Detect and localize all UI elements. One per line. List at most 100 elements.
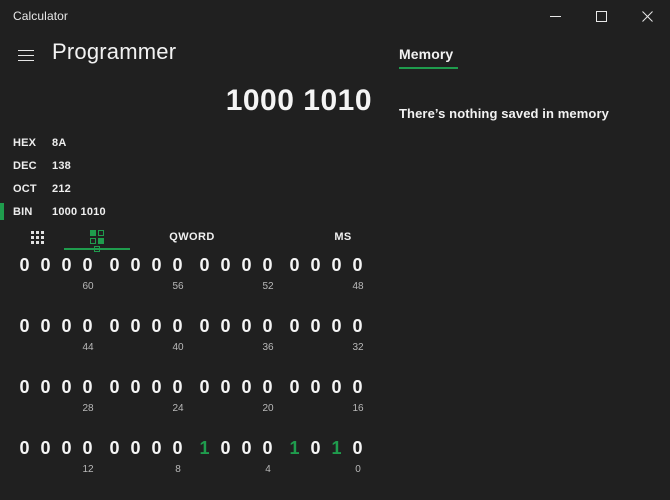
bit-cell[interactable]: 0: [236, 313, 257, 339]
radix-row-bin[interactable]: BIN 1000 1010: [0, 200, 384, 223]
bit-cell[interactable]: 0: [194, 252, 215, 278]
tab-memory[interactable]: Memory: [399, 46, 458, 69]
bit-nibble: 0 0 0 0 32: [284, 313, 374, 354]
display-value[interactable]: 1000 1010: [226, 84, 372, 118]
calculator-window: Calculator Programmer Memory 1000 1010 H…: [0, 0, 670, 500]
radix-value: 8A: [52, 136, 67, 149]
bit-cell[interactable]: 0: [14, 313, 35, 339]
bit-cell[interactable]: 0: [347, 313, 368, 339]
maximize-button[interactable]: [578, 0, 624, 32]
bit-cell[interactable]: 0: [257, 374, 278, 400]
bit-cell[interactable]: 0: [56, 252, 77, 278]
bit-cell[interactable]: 0: [215, 435, 236, 461]
bit-cell[interactable]: 0: [146, 252, 167, 278]
bit-cell[interactable]: 0: [215, 252, 236, 278]
bit-cell[interactable]: 0: [236, 435, 257, 461]
bit-grid: 0 0 0 0 60 0 0 0 0 56 0 0 0 0 52 0 0 0 0…: [0, 252, 384, 496]
bit-cell[interactable]: 0: [14, 252, 35, 278]
bit-cell[interactable]: 0: [35, 374, 56, 400]
navigation-menu-button[interactable]: [8, 38, 44, 72]
bit-cell[interactable]: 0: [104, 435, 125, 461]
word-size-button[interactable]: QWORD: [152, 224, 232, 250]
bit-cell[interactable]: 1: [326, 435, 347, 461]
bit-cell[interactable]: 0: [257, 252, 278, 278]
memory-store-button[interactable]: MS: [312, 224, 374, 250]
bit-cell[interactable]: 0: [104, 374, 125, 400]
bit-cell[interactable]: 0: [35, 252, 56, 278]
bit-cell[interactable]: 0: [305, 313, 326, 339]
bit-cell[interactable]: 0: [104, 252, 125, 278]
bit-index-label: 12: [82, 464, 94, 475]
bit-cell[interactable]: 0: [56, 313, 77, 339]
bit-cell[interactable]: 0: [326, 252, 347, 278]
bit-cell[interactable]: 0: [215, 374, 236, 400]
bit-nibble: 0 0 0 0 48: [284, 252, 374, 293]
bit-cell[interactable]: 1: [284, 435, 305, 461]
bit-cell[interactable]: 0: [194, 374, 215, 400]
bit-cell[interactable]: 0: [167, 313, 188, 339]
bit-cell[interactable]: 0: [305, 374, 326, 400]
bit-cell[interactable]: 0: [146, 435, 167, 461]
bit-cell[interactable]: 0: [284, 252, 305, 278]
bit-cell[interactable]: 0: [56, 374, 77, 400]
bit-cell[interactable]: 0: [146, 374, 167, 400]
bit-index-label: 44: [82, 342, 94, 353]
bit-nibble: 0 0 0 0 28: [14, 374, 104, 415]
bit-cell[interactable]: 0: [56, 435, 77, 461]
bit-cell[interactable]: 0: [257, 313, 278, 339]
radix-row-dec[interactable]: DEC 138: [0, 154, 384, 177]
bit-index-label: 24: [172, 403, 184, 414]
bit-cell[interactable]: 0: [194, 313, 215, 339]
bit-index-label: 4: [265, 464, 271, 475]
bit-cell[interactable]: 0: [236, 374, 257, 400]
bit-cell[interactable]: 0: [14, 435, 35, 461]
bit-cell[interactable]: 0: [14, 374, 35, 400]
bit-cell[interactable]: 0: [167, 252, 188, 278]
close-button[interactable]: [624, 0, 670, 32]
bit-cell[interactable]: 0: [347, 374, 368, 400]
bit-cell[interactable]: 0: [125, 435, 146, 461]
bit-index-label: 56: [172, 281, 184, 292]
bit-cell[interactable]: 0: [77, 313, 98, 339]
bit-index-label: 60: [82, 281, 94, 292]
title-bar: Calculator: [0, 0, 670, 32]
bit-cell[interactable]: 0: [284, 313, 305, 339]
bit-cell[interactable]: 0: [77, 252, 98, 278]
bit-cell[interactable]: 0: [215, 313, 236, 339]
bit-cell[interactable]: 0: [305, 435, 326, 461]
radix-row-hex[interactable]: HEX 8A: [0, 131, 384, 154]
bit-cell[interactable]: 0: [104, 313, 125, 339]
bit-toggle-button[interactable]: [64, 224, 130, 252]
bit-cell[interactable]: 0: [77, 435, 98, 461]
radix-row-oct[interactable]: OCT 212: [0, 177, 384, 200]
bit-nibble: 0 0 0 0 24: [104, 374, 194, 415]
bit-cell[interactable]: 0: [35, 313, 56, 339]
bit-cell[interactable]: 0: [236, 252, 257, 278]
bit-cell[interactable]: 0: [125, 252, 146, 278]
bit-cell[interactable]: 0: [326, 374, 347, 400]
bit-cell[interactable]: 0: [347, 252, 368, 278]
bit-cell[interactable]: 0: [146, 313, 167, 339]
minimize-button[interactable]: [532, 0, 578, 32]
bit-cell[interactable]: 0: [77, 374, 98, 400]
radix-value: 212: [52, 182, 71, 195]
bit-nibble: 1 0 1 0 0: [284, 435, 374, 476]
bit-cell[interactable]: 0: [305, 252, 326, 278]
bit-row: 0 0 0 0 60 0 0 0 0 56 0 0 0 0 52 0 0 0 0…: [0, 252, 384, 313]
bit-cell[interactable]: 0: [125, 374, 146, 400]
bit-cell[interactable]: 0: [284, 374, 305, 400]
minimize-icon: [549, 15, 561, 17]
bit-cell[interactable]: 0: [167, 374, 188, 400]
bit-cell[interactable]: 0: [35, 435, 56, 461]
bit-cell[interactable]: 0: [125, 313, 146, 339]
bit-cell[interactable]: 1: [194, 435, 215, 461]
bit-nibble: 0 0 0 0 12: [14, 435, 104, 476]
bit-index-label: 36: [262, 342, 274, 353]
radix-label: DEC: [13, 159, 37, 172]
bit-cell[interactable]: 0: [326, 313, 347, 339]
keypad-toggle-button[interactable]: [14, 224, 60, 250]
bit-cell[interactable]: 0: [257, 435, 278, 461]
bit-index-label: 48: [352, 281, 364, 292]
bit-cell[interactable]: 0: [347, 435, 368, 461]
bit-cell[interactable]: 0: [167, 435, 188, 461]
